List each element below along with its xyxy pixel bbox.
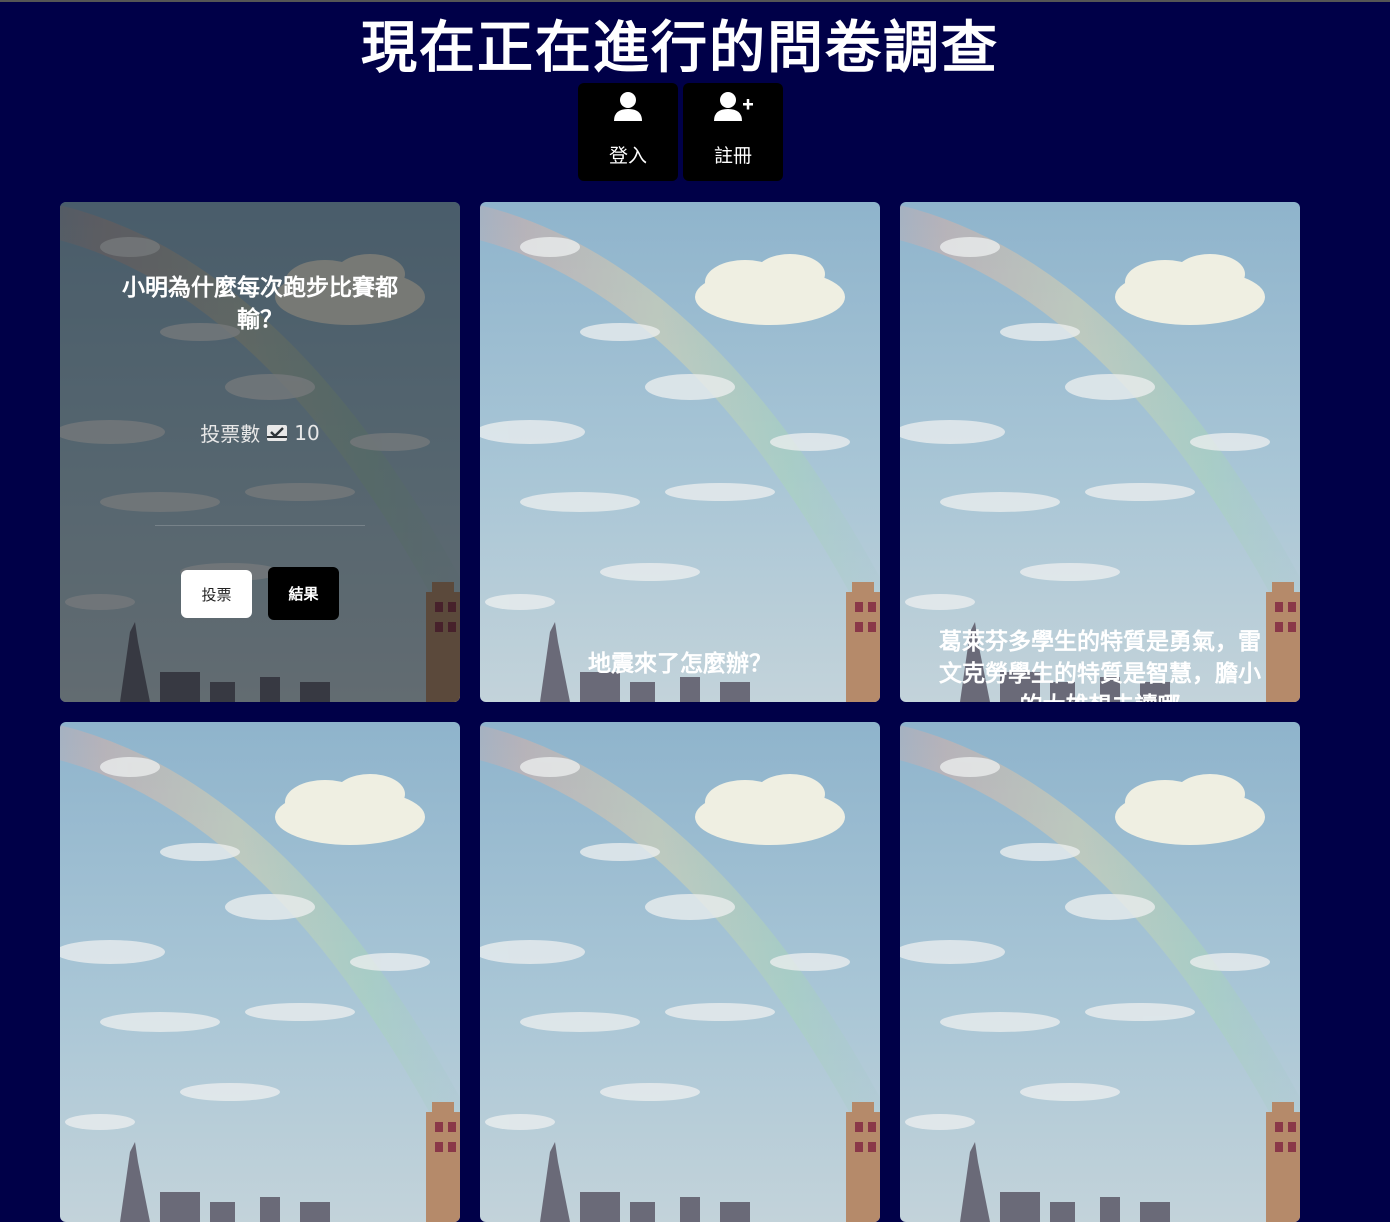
survey-card[interactable]: 地震來了怎麼辦？ — [480, 202, 880, 702]
survey-card[interactable] — [60, 722, 460, 1222]
user-plus-icon — [714, 92, 753, 121]
vote-count: 10 — [294, 420, 320, 445]
inbox-check-icon — [267, 424, 288, 441]
survey-card[interactable] — [900, 722, 1300, 1222]
survey-card[interactable]: 小明為什麼每次跑步比賽都輸？ 投票數 10 投票 結果 — [60, 202, 460, 702]
card-background-image — [60, 722, 460, 1222]
votes-label: 投票數 — [200, 422, 261, 446]
survey-title: 地震來了怎麼辦？ — [588, 651, 772, 677]
user-icon — [614, 92, 642, 121]
top-border — [0, 0, 1390, 2]
register-label: 註冊 — [713, 145, 752, 167]
survey-card[interactable]: 葛萊芬多學生的特質是勇氣，雷文克勞學生的特質是智慧，膽小的大雄想去讀哪 — [900, 202, 1300, 702]
card-background-image — [480, 202, 880, 702]
register-button[interactable]: 註冊 — [683, 83, 783, 181]
page-title: 現在正在進行的問卷調查 — [361, 16, 999, 81]
survey-card[interactable] — [480, 722, 880, 1222]
card-background-image — [480, 722, 880, 1222]
login-button[interactable]: 登入 — [578, 83, 678, 181]
vote-count-row: 投票數 10 — [60, 418, 460, 447]
divider — [155, 525, 365, 526]
result-button[interactable]: 結果 — [268, 567, 339, 620]
survey-title: 小明為什麼每次跑步比賽都輸？ — [122, 275, 398, 333]
survey-title: 葛萊芬多學生的特質是勇氣，雷文克勞學生的特質是智慧，膽小的大雄想去讀哪 — [939, 629, 1261, 702]
card-background-image — [900, 722, 1300, 1222]
vote-button[interactable]: 投票 — [181, 570, 252, 618]
login-label: 登入 — [608, 145, 647, 167]
